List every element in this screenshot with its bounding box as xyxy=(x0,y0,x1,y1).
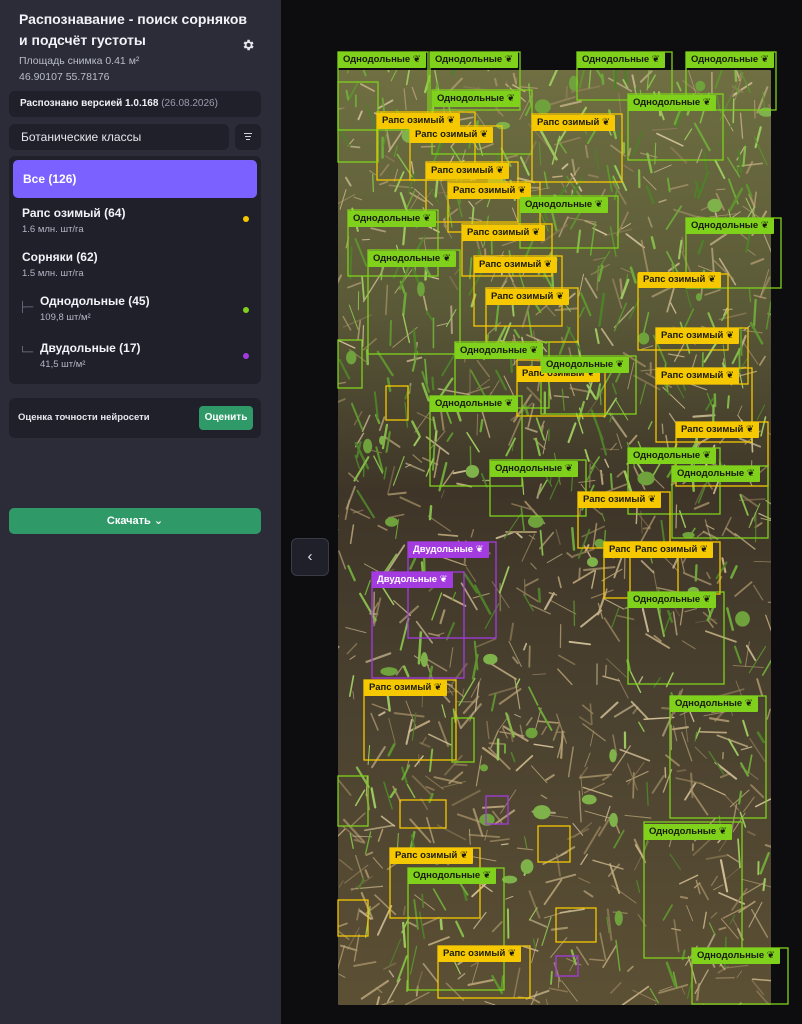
image-coordinates: 46.90107 55.78176 xyxy=(19,71,110,83)
version-label: Распознано версией 1.0.168 xyxy=(20,98,159,109)
accuracy-panel: Оценка точности нейросети Оценить xyxy=(9,398,261,438)
detection-label[interactable]: Однодольные ❦ xyxy=(338,52,426,68)
image-viewer: ‹ xyxy=(281,0,802,1024)
detection-label[interactable]: Рапс озимый ❦ xyxy=(578,492,661,508)
filter-icon xyxy=(244,133,252,135)
detection-label[interactable]: Однодольные ❦ xyxy=(628,448,716,464)
detection-label[interactable]: Однодольные ❦ xyxy=(430,396,518,412)
detection-label[interactable]: Рапс озимый ❦ xyxy=(474,257,557,273)
page-title: Распознавание - поиск сорняков и подсчёт… xyxy=(19,11,248,48)
class-item-weeds[interactable]: Сорняки (62) 1.5 млн. шт/га xyxy=(9,250,261,281)
gear-icon[interactable] xyxy=(241,38,255,52)
detection-label[interactable]: Однодольные ❦ xyxy=(455,343,543,359)
class-density: 41,5 шт/м² xyxy=(40,359,86,370)
class-item-dicots[interactable]: └─ Двудольные (17) 41,5 шт/м² xyxy=(9,341,261,372)
detection-label[interactable]: Однодольные ❦ xyxy=(490,461,578,477)
detection-label[interactable]: Двудольные ❦ xyxy=(372,572,453,588)
class-name: Сорняки (62) xyxy=(22,250,98,264)
model-version: Распознано версией 1.0.168 (26.08.2026) xyxy=(9,91,261,117)
detection-label[interactable]: Однодольные ❦ xyxy=(644,824,732,840)
detection-label[interactable]: Рапс озимый ❦ xyxy=(676,422,759,438)
detection-label[interactable]: Однодольные ❦ xyxy=(541,357,629,373)
filter-button[interactable] xyxy=(235,124,261,150)
detection-label[interactable]: Однодольные ❦ xyxy=(628,592,716,608)
detection-label[interactable]: Однодольные ❦ xyxy=(692,948,780,964)
evaluate-button[interactable]: Оценить xyxy=(199,406,253,430)
detection-label[interactable]: Однодольные ❦ xyxy=(686,52,774,68)
detection-label[interactable]: Однодольные ❦ xyxy=(408,868,496,884)
detection-label[interactable]: Однодольные ❦ xyxy=(520,197,608,213)
class-item-all[interactable]: Все (126) xyxy=(13,160,257,198)
class-item-monocots[interactable]: ├─ Однодольные (45) 109,8 шт/м² xyxy=(9,294,261,325)
class-density: 109,8 шт/м² xyxy=(40,312,91,323)
detection-label[interactable]: Однодольные ❦ xyxy=(628,95,716,111)
detection-label[interactable]: Рапс озимый ❦ xyxy=(390,848,473,864)
header: Распознавание - поиск сорняков и подсчёт… xyxy=(19,9,249,84)
detection-label[interactable]: Двудольные ❦ xyxy=(408,542,489,558)
detection-label[interactable]: Рапс озимый ❦ xyxy=(532,115,615,131)
class-density: 1.5 млн. шт/га xyxy=(22,268,84,279)
detection-label[interactable]: Однодольные ❦ xyxy=(368,251,456,267)
detection-label[interactable]: Рапс озимый ❦ xyxy=(462,225,545,241)
download-button[interactable]: Скачать ⌄ xyxy=(9,508,261,534)
version-date: (26.08.2026) xyxy=(161,98,218,109)
accuracy-label: Оценка точности нейросети xyxy=(18,412,150,423)
detection-label[interactable]: Рапс озимый ❦ xyxy=(438,946,521,962)
detection-label[interactable]: Рапс озимый ❦ xyxy=(426,163,509,179)
detection-label[interactable]: Рапс озимый ❦ xyxy=(656,328,739,344)
detection-label[interactable]: Рапс озимый ❦ xyxy=(656,368,739,384)
detection-label[interactable]: Однодольные ❦ xyxy=(432,91,520,107)
detection-label[interactable]: Однодольные ❦ xyxy=(686,218,774,234)
class-name: Рапс озимый (64) xyxy=(22,206,126,220)
chevron-left-icon[interactable]: ‹ xyxy=(291,538,329,576)
detection-label[interactable]: Однодольные ❦ xyxy=(672,466,760,482)
detection-label[interactable]: Однодольные ❦ xyxy=(348,211,436,227)
class-color-dot xyxy=(243,307,249,313)
detection-label[interactable]: Однодольные ❦ xyxy=(430,52,518,68)
detection-label[interactable]: Рапс озимый ❦ xyxy=(486,289,569,305)
class-color-dot xyxy=(243,353,249,359)
tree-branch-icon: └─ xyxy=(19,347,34,358)
detection-label[interactable]: Рапс озимый ❦ xyxy=(638,272,721,288)
tree-branch-icon: ├─ xyxy=(19,302,34,313)
detection-label[interactable]: Рапс озимый ❦ xyxy=(364,680,447,696)
detection-label[interactable]: Рапс озимый ❦ xyxy=(630,542,713,558)
detection-label[interactable]: Однодольные ❦ xyxy=(577,52,665,68)
class-item-rape[interactable]: Рапс озимый (64) 1.6 млн. шт/га xyxy=(9,206,261,237)
class-name: Однодольные (45) xyxy=(40,294,150,308)
detection-label[interactable]: Рапс озимый ❦ xyxy=(410,127,493,143)
image-area: Площадь снимка 0.41 м² xyxy=(19,55,140,67)
sidebar: Распознавание - поиск сорняков и подсчёт… xyxy=(0,0,281,1024)
class-color-dot xyxy=(243,216,249,222)
classes-select[interactable]: Ботанические классы xyxy=(9,124,229,150)
detection-label[interactable]: Рапс озимый ❦ xyxy=(448,183,531,199)
class-list: Все (126) Рапс озимый (64) 1.6 млн. шт/г… xyxy=(9,156,261,384)
class-density: 1.6 млн. шт/га xyxy=(22,224,84,235)
detection-label[interactable]: Однодольные ❦ xyxy=(670,696,758,712)
class-name: Двудольные (17) xyxy=(40,341,141,355)
